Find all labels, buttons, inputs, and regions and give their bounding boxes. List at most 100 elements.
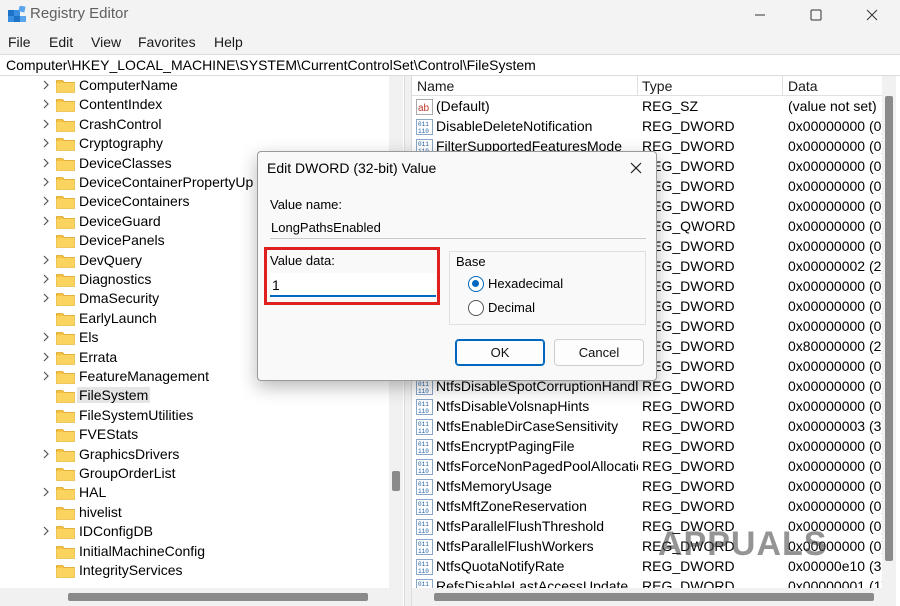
chevron-right-icon[interactable]: [41, 448, 51, 460]
menu-help[interactable]: Help: [214, 34, 243, 50]
value-name-cell: NtfsDisableVolsnapHints: [436, 398, 590, 414]
menu-file[interactable]: File: [8, 34, 31, 50]
tree-item[interactable]: HAL: [0, 483, 390, 502]
chevron-right-icon[interactable]: [41, 331, 51, 343]
close-button[interactable]: [844, 0, 900, 30]
tree-horizontal-scroll-thumb[interactable]: [68, 593, 368, 601]
chevron-right-icon[interactable]: [41, 525, 51, 537]
chevron-right-icon[interactable]: [41, 195, 51, 207]
chevron-right-icon[interactable]: [41, 215, 51, 227]
chevron-right-icon[interactable]: [41, 370, 51, 382]
value-data-label: Value data:: [270, 253, 335, 268]
chevron-right-icon[interactable]: [41, 486, 51, 498]
value-type-cell: REG_DWORD: [642, 438, 735, 454]
base-group: Base Hexadecimal Decimal: [449, 251, 646, 325]
value-row[interactable]: 011 110 NtfsDisableVolsnapHints REG_DWORD 0x…: [412, 397, 882, 417]
column-divider[interactable]: [782, 76, 783, 96]
radio-decimal-label[interactable]: Decimal: [488, 300, 535, 315]
close-icon: [630, 162, 642, 174]
tree-item[interactable]: ContentIndex: [0, 95, 390, 114]
chevron-right-icon[interactable]: [41, 118, 51, 130]
svg-text:110: 110: [418, 388, 429, 395]
svg-text:011: 011: [418, 521, 429, 528]
chevron-right-icon[interactable]: [41, 351, 51, 363]
svg-text:011: 011: [418, 441, 429, 448]
tree-item[interactable]: FVEStats: [0, 425, 390, 444]
list-vertical-scroll-thumb[interactable]: [885, 96, 893, 561]
folder-icon: [56, 447, 75, 462]
list-vertical-scrollbar[interactable]: [882, 76, 896, 606]
tree-item[interactable]: FileSystemUtilities: [0, 406, 390, 425]
list-horizontal-scrollbar[interactable]: [412, 588, 882, 606]
value-name-cell: NtfsMemoryUsage: [436, 478, 552, 494]
menu-bar: File Edit View Favorites Help: [0, 30, 900, 54]
chevron-right-icon[interactable]: [41, 273, 51, 285]
binary-value-icon: 011110: [416, 119, 433, 135]
chevron-right-icon[interactable]: [41, 176, 51, 188]
chevron-right-icon[interactable]: [41, 79, 51, 91]
value-data-cell: 0x00000000 (0): [788, 398, 882, 414]
value-type-cell: REG_DWORD: [642, 378, 735, 394]
tree-item-label: DeviceClasses: [79, 154, 172, 171]
tree-item-label: GroupOrderList: [79, 465, 176, 481]
folder-icon: [56, 136, 75, 152]
radio-hexadecimal-label[interactable]: Hexadecimal: [488, 276, 563, 291]
value-row[interactable]: 011 110 NtfsForceNonPagedPoolAllocation REG…: [412, 457, 882, 477]
value-data-cell: 0x00000000 (0): [788, 178, 882, 194]
value-row[interactable]: 011 110 NtfsEncryptPagingFile REG_DWORD 0x00…: [412, 437, 882, 457]
tree-vertical-scroll-thumb[interactable]: [392, 471, 400, 491]
value-row[interactable]: ab (Default) REG_SZ (value not set): [412, 97, 882, 117]
tree-item[interactable]: FileSystem: [0, 386, 390, 405]
column-data-header[interactable]: Data: [788, 78, 818, 94]
chevron-right-icon[interactable]: [41, 157, 51, 169]
svg-text:011: 011: [418, 581, 429, 588]
value-type-cell: REG_DWORD: [642, 498, 735, 514]
tree-item[interactable]: GraphicsDrivers: [0, 445, 390, 464]
svg-text:110: 110: [418, 568, 429, 575]
menu-view[interactable]: View: [91, 34, 121, 50]
value-data-cell: 0x00000000 (0): [788, 358, 882, 374]
binary-value-icon: 011110: [416, 559, 433, 575]
ok-button[interactable]: OK: [455, 339, 545, 366]
binary-value-icon: 011110: [416, 419, 433, 435]
chevron-right-icon[interactable]: [41, 98, 51, 110]
folder-icon: [56, 505, 75, 520]
folder-icon: [56, 466, 75, 481]
chevron-right-icon[interactable]: [41, 254, 51, 266]
column-type-header[interactable]: Type: [642, 78, 672, 94]
cancel-button[interactable]: Cancel: [554, 339, 644, 366]
tree-item[interactable]: IntegrityServices: [0, 561, 390, 580]
tree-item[interactable]: hivelist: [0, 503, 390, 522]
list-horizontal-scroll-thumb[interactable]: [434, 593, 874, 601]
address-bar[interactable]: Computer\HKEY_LOCAL_MACHINE\SYSTEM\Curre…: [0, 54, 900, 76]
column-divider[interactable]: [637, 76, 638, 96]
column-name-header[interactable]: Name: [417, 78, 454, 94]
radio-button-unchecked[interactable]: [468, 300, 484, 316]
menu-favorites[interactable]: Favorites: [138, 34, 196, 50]
dialog-close-button[interactable]: [622, 156, 650, 180]
watermark: APPUALS: [658, 525, 828, 563]
value-row[interactable]: 011 110 DisableDeleteNotification REG_DWORD…: [412, 117, 882, 137]
minimize-button[interactable]: [732, 0, 788, 30]
svg-text:110: 110: [418, 128, 429, 135]
value-data-input[interactable]: [270, 273, 436, 297]
tree-item[interactable]: ComputerName: [0, 76, 390, 95]
menu-edit[interactable]: Edit: [49, 34, 73, 50]
tree-item[interactable]: CrashControl: [0, 115, 390, 134]
tree-item[interactable]: IDConfigDB: [0, 522, 390, 541]
chevron-right-icon[interactable]: [41, 137, 51, 149]
tree-item[interactable]: GroupOrderList: [0, 464, 390, 483]
tree-horizontal-scrollbar[interactable]: [0, 588, 389, 606]
tree-item-label: DeviceContainers: [79, 193, 190, 210]
radio-button-checked[interactable]: [468, 276, 484, 292]
maximize-button[interactable]: [788, 0, 844, 30]
value-row[interactable]: 011 110 NtfsMftZoneReservation REG_DWORD 0x0…: [412, 497, 882, 517]
value-row[interactable]: 011 110 NtfsMemoryUsage REG_DWORD 0x00000000…: [412, 477, 882, 497]
value-name-cell: NtfsQuotaNotifyRate: [436, 558, 565, 574]
value-name-cell: (Default): [436, 98, 490, 114]
chevron-right-icon[interactable]: [41, 292, 51, 304]
value-data-cell: 0x00000000 (0): [788, 458, 882, 474]
tree-item[interactable]: InitialMachineConfig: [0, 542, 390, 561]
value-row[interactable]: 011 110 NtfsEnableDirCaseSensitivity REG_DW…: [412, 417, 882, 437]
folder-icon: [56, 175, 75, 190]
